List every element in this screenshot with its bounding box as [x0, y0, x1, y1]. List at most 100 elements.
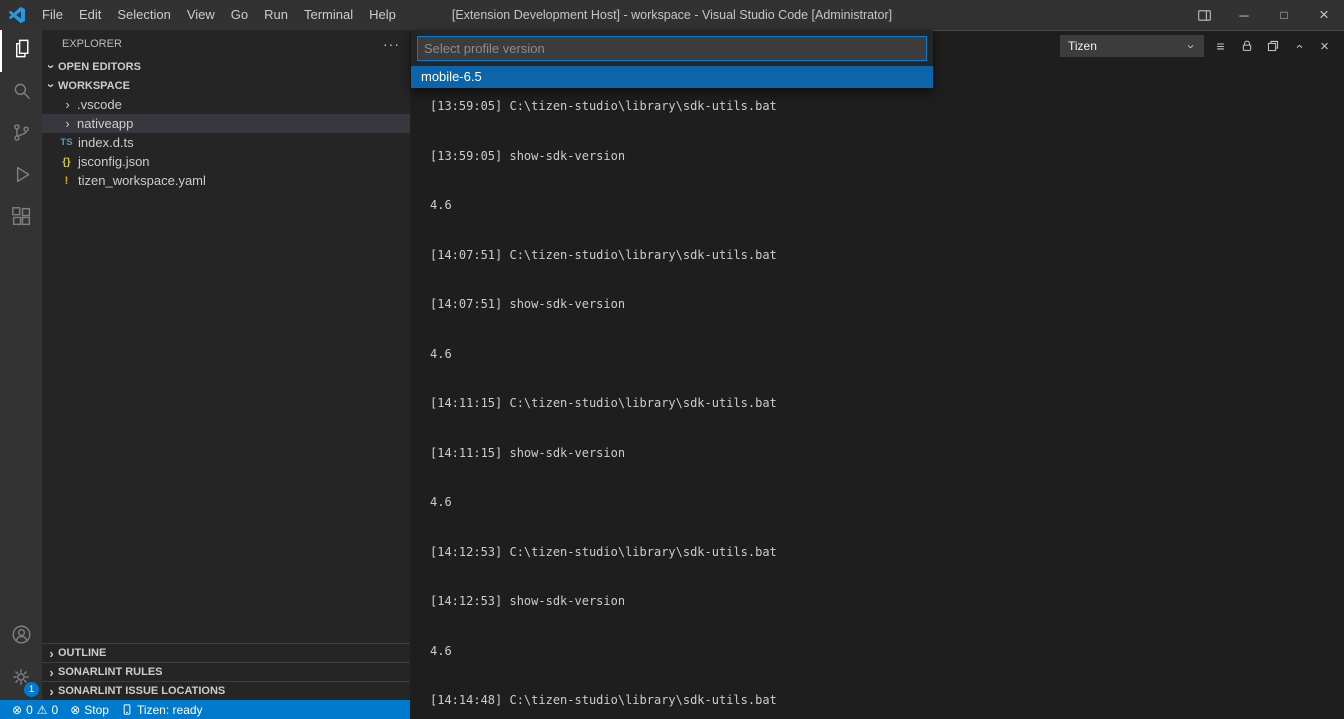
menu-view[interactable]: View [179, 0, 223, 30]
yaml-file-icon: ! [58, 175, 75, 187]
activity-search[interactable] [0, 72, 42, 114]
clear-output-icon[interactable]: ≡ [1211, 37, 1230, 56]
lock-icon[interactable] [1237, 37, 1256, 56]
extensions-icon [10, 205, 33, 233]
quick-input-field[interactable] [417, 36, 927, 61]
output-line: [13:59:05] show-sdk-version [430, 148, 1344, 165]
chevron-down-icon: › [44, 60, 59, 73]
maximize-button[interactable]: □ [1264, 0, 1304, 30]
chevron-right-icon: › [61, 116, 74, 131]
tree-item-index-dts[interactable]: TS index.d.ts [42, 133, 410, 152]
file-label: tizen_workspace.yaml [78, 173, 206, 188]
sidebar-header: EXPLORER ··· [42, 30, 410, 57]
accounts-button[interactable] [0, 616, 42, 658]
output-line: [14:12:53] show-sdk-version [430, 593, 1344, 610]
output-line: 4.6 [430, 346, 1344, 363]
section-label: OPEN EDITORS [58, 61, 141, 73]
menu-help[interactable]: Help [361, 0, 404, 30]
menu-run[interactable]: Run [256, 0, 296, 30]
output-line: [14:12:53] C:\tizen-studio\library\sdk-u… [430, 544, 1344, 561]
chevron-right-icon: › [61, 97, 74, 112]
activity-bar: 1 [0, 30, 42, 700]
run-debug-icon [10, 163, 33, 191]
settings-badge: 1 [24, 682, 39, 697]
tizen-label: Tizen: ready [137, 703, 203, 717]
vscode-window: File Edit Selection View Go Run Terminal… [0, 0, 1344, 719]
minimize-icon: ─ [1239, 8, 1248, 23]
output-line: 4.6 [430, 643, 1344, 660]
vscode-logo-icon [0, 7, 34, 23]
output-line: 4.6 [430, 494, 1344, 511]
bottom-panel: PROBLEMS OUTPUT DEBUG CONSOLE TERMINAL T… [410, 30, 1344, 719]
window-controls: ─ □ × [1184, 0, 1344, 30]
output-line: [14:07:51] C:\tizen-studio\library\sdk-u… [430, 247, 1344, 264]
activity-source-control[interactable] [0, 114, 42, 156]
section-sonarlint-issue-locations[interactable]: › SONARLINT ISSUE LOCATIONS [42, 681, 410, 700]
folder-label: .vscode [77, 97, 122, 112]
menu-terminal[interactable]: Terminal [296, 0, 361, 30]
output-line: [13:59:05] C:\tizen-studio\library\sdk-u… [430, 98, 1344, 115]
output-line: [14:11:15] show-sdk-version [430, 445, 1344, 462]
output-line: [14:07:51] show-sdk-version [430, 296, 1344, 313]
close-panel-icon[interactable]: × [1315, 37, 1334, 56]
stop-label: Stop [84, 703, 109, 717]
typescript-file-icon: TS [58, 137, 75, 148]
folder-label: nativeapp [77, 116, 133, 131]
chevron-down-icon: › [1184, 40, 1199, 53]
tree-item-vscode[interactable]: › .vscode [42, 95, 410, 114]
menu-bar: File Edit Selection View Go Run Terminal… [34, 0, 404, 30]
json-file-icon: {} [58, 156, 75, 168]
file-label: jsconfig.json [78, 154, 150, 169]
tree-item-nativeapp[interactable]: › nativeapp [42, 114, 410, 133]
channel-select-value: Tizen [1068, 39, 1097, 53]
tizen-status[interactable]: Tizen: ready [115, 700, 209, 719]
activity-explorer[interactable] [0, 30, 42, 72]
output-console[interactable]: [13:59:05] C:\tizen-studio\library\sdk-u… [410, 61, 1344, 719]
problems-status[interactable]: ⊗ 0 ⚠ 0 [6, 700, 64, 719]
errors-count: 0 [26, 703, 33, 717]
maximize-icon: □ [1280, 8, 1287, 22]
search-icon [10, 79, 33, 107]
section-label: OUTLINE [58, 647, 106, 659]
quick-input-item[interactable]: mobile-6.5 [411, 66, 933, 88]
tree-item-jsconfig-json[interactable]: {} jsconfig.json [42, 152, 410, 171]
section-workspace[interactable]: › WORKSPACE [42, 76, 410, 95]
device-icon [121, 703, 133, 716]
explorer-sidebar: EXPLORER ··· › OPEN EDITORS › WORKSPACE … [42, 30, 410, 700]
files-icon [11, 37, 34, 65]
settings-button[interactable]: 1 [0, 658, 42, 700]
maximize-panel-icon[interactable]: › [1289, 37, 1308, 56]
menu-selection[interactable]: Selection [109, 0, 178, 30]
activity-run-debug[interactable] [0, 156, 42, 198]
panel-actions: Tizen › ≡ › × [1060, 35, 1334, 57]
close-button[interactable]: × [1304, 0, 1344, 30]
activity-bar-bottom: 1 [0, 616, 42, 700]
main-area: 1 EXPLORER ··· › OPEN EDITORS › WORKSPAC… [0, 30, 1344, 700]
more-actions-icon[interactable]: ··· [383, 36, 400, 52]
customize-layout-icon[interactable] [1184, 0, 1224, 30]
sidebar-spacer [42, 190, 410, 643]
output-line: [14:11:15] C:\tizen-studio\library\sdk-u… [430, 395, 1344, 412]
source-control-icon [10, 121, 33, 149]
chevron-right-icon: › [45, 684, 58, 699]
stop-icon: ⊗ [70, 704, 80, 716]
warnings-count: 0 [52, 703, 59, 717]
section-outline[interactable]: › OUTLINE [42, 643, 410, 662]
tree-item-tizen-workspace-yaml[interactable]: ! tizen_workspace.yaml [42, 171, 410, 190]
account-icon [10, 623, 33, 651]
title-bar: File Edit Selection View Go Run Terminal… [0, 0, 1344, 30]
menu-go[interactable]: Go [223, 0, 256, 30]
output-channel-select[interactable]: Tizen › [1060, 35, 1204, 57]
menu-file[interactable]: File [34, 0, 71, 30]
editor-region: PROBLEMS OUTPUT DEBUG CONSOLE TERMINAL T… [410, 30, 1344, 700]
sidebar-title: EXPLORER [62, 38, 122, 50]
warnings-icon: ⚠ [37, 704, 48, 716]
section-open-editors[interactable]: › OPEN EDITORS [42, 57, 410, 76]
menu-edit[interactable]: Edit [71, 0, 109, 30]
open-in-editor-icon[interactable] [1263, 37, 1282, 56]
activity-extensions[interactable] [0, 198, 42, 240]
section-sonarlint-rules[interactable]: › SONARLINT RULES [42, 662, 410, 681]
output-line: [14:14:48] C:\tizen-studio\library\sdk-u… [430, 692, 1344, 709]
stop-button[interactable]: ⊗ Stop [64, 700, 115, 719]
minimize-button[interactable]: ─ [1224, 0, 1264, 30]
